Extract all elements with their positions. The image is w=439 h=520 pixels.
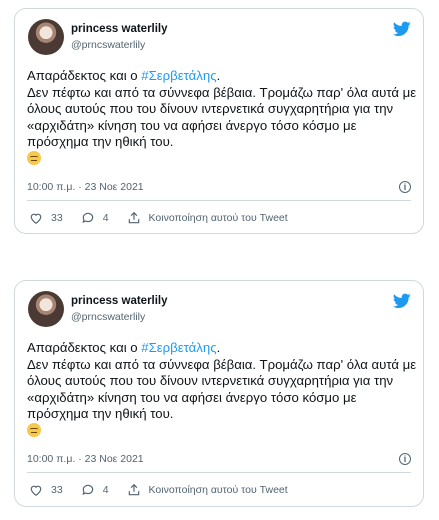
twitter-bird-icon[interactable] xyxy=(393,293,411,309)
reply-count: 4 xyxy=(102,212,109,224)
info-icon[interactable]: i xyxy=(399,181,411,193)
divider xyxy=(27,200,411,201)
info-icon[interactable]: i xyxy=(399,453,411,465)
reply-button[interactable]: 4 xyxy=(81,211,109,225)
unamused-face-emoji xyxy=(27,150,41,165)
share-label: Κοινοποίηση αυτού του Tweet xyxy=(148,212,288,224)
user-handle[interactable]: @prncswaterlily xyxy=(71,311,145,323)
hashtag-link[interactable]: #Σερβετάλης xyxy=(141,68,216,83)
tweet-text: Απαράδεκτος και ο #Σερβετάλης. Δεν πέφτω… xyxy=(27,68,419,167)
heart-icon xyxy=(30,485,42,496)
unamused-face-emoji xyxy=(27,422,41,437)
share-icon xyxy=(128,211,139,224)
share-button[interactable]: Κοινοποίηση αυτού του Tweet xyxy=(127,483,288,497)
like-count: 33 xyxy=(51,212,63,224)
heart-icon xyxy=(30,213,42,224)
display-name[interactable]: princess waterlily xyxy=(71,295,168,307)
reply-icon xyxy=(82,212,93,224)
reply-icon xyxy=(82,484,93,496)
like-button[interactable]: 33 xyxy=(29,483,63,497)
tweet-text: Απαράδεκτος και ο #Σερβετάλης. Δεν πέφτω… xyxy=(27,340,419,439)
timestamp[interactable]: 10:00 π.μ. · 23 Νοε 2021 xyxy=(27,181,144,193)
avatar[interactable] xyxy=(28,19,64,55)
hashtag-link[interactable]: #Σερβετάλης xyxy=(141,340,216,355)
like-button[interactable]: 33 xyxy=(29,211,63,225)
share-icon xyxy=(128,483,139,496)
action-bar: 33 4 Κοινοποίηση αυτού του Tweet xyxy=(29,210,306,226)
tweet-card[interactable]: princess waterlily @prncswaterlily Απαρά… xyxy=(14,280,424,507)
user-handle[interactable]: @prncswaterlily xyxy=(71,39,145,51)
timestamp[interactable]: 10:00 π.μ. · 23 Νοε 2021 xyxy=(27,453,144,465)
reply-button[interactable]: 4 xyxy=(81,483,109,497)
share-label: Κοινοποίηση αυτού του Tweet xyxy=(148,484,288,496)
share-button[interactable]: Κοινοποίηση αυτού του Tweet xyxy=(127,211,288,225)
avatar[interactable] xyxy=(28,291,64,327)
action-bar: 33 4 Κοινοποίηση αυτού του Tweet xyxy=(29,482,306,498)
reply-count: 4 xyxy=(102,484,109,496)
divider xyxy=(27,472,411,473)
like-count: 33 xyxy=(51,484,63,496)
display-name[interactable]: princess waterlily xyxy=(71,23,168,35)
tweet-card[interactable]: princess waterlily @prncswaterlily Απαρά… xyxy=(14,8,424,234)
twitter-bird-icon[interactable] xyxy=(393,21,411,37)
